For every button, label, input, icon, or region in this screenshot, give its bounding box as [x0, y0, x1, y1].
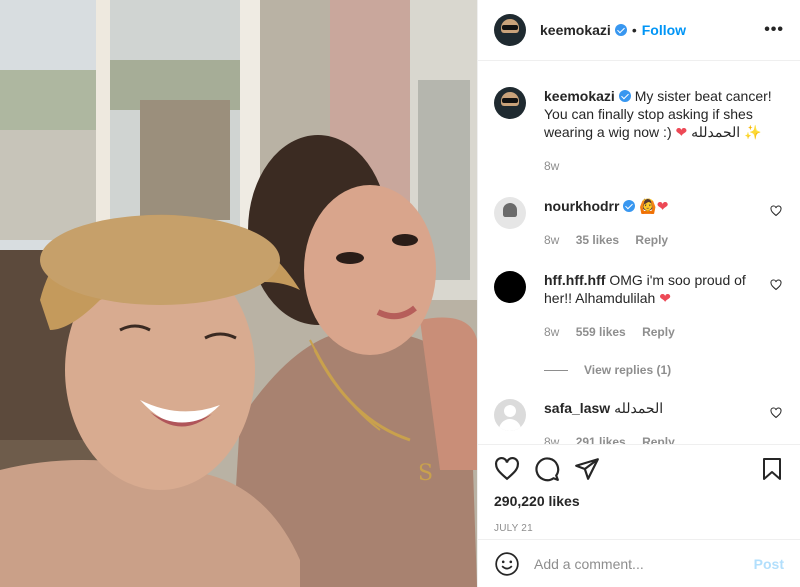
comment: safa_lasw الحمدلله 8w 291 likes Reply [494, 399, 784, 444]
caption-time[interactable]: 8w [544, 159, 559, 173]
author-avatar[interactable] [494, 14, 526, 46]
comments-list[interactable]: keemokazi My sister beat cancer! You can… [478, 61, 800, 444]
commenter-avatar[interactable] [494, 197, 526, 229]
comment-heart-icon[interactable] [770, 279, 782, 291]
comment-meta: 8w 291 likes Reply [544, 433, 774, 444]
red-heart-emoji: ❤ [659, 290, 671, 306]
comment-heart-icon[interactable] [770, 407, 782, 419]
post-header: keemokazi • Follow ••• [478, 0, 800, 61]
comment-username[interactable]: hff.hff.hff [544, 272, 605, 288]
comment: nourkhodrr 🙆❤ 8w 35 likes Reply [494, 197, 784, 249]
comment: hff.hff.hff OMG i'm soo proud of her!! A… [494, 271, 784, 341]
comment-input[interactable] [534, 555, 754, 572]
commenter-avatar[interactable] [494, 271, 526, 303]
view-replies-label: View replies (1) [584, 363, 672, 377]
caption-arabic: الحمدلله [691, 124, 741, 140]
caption-avatar[interactable] [494, 87, 526, 119]
more-icon[interactable]: ••• [764, 22, 784, 38]
comment-likes[interactable]: 559 likes [576, 325, 626, 339]
follow-button[interactable]: Follow [642, 22, 686, 38]
caption-username[interactable]: keemokazi [544, 88, 615, 104]
caption-meta: 8w [544, 157, 774, 175]
add-comment-bar: Post [478, 539, 800, 587]
author-username[interactable]: keemokazi [540, 22, 611, 38]
comment-username[interactable]: nourkhodrr [544, 198, 619, 214]
comment-time[interactable]: 8w [544, 325, 559, 339]
post-photo[interactable]: S [0, 0, 477, 587]
comment-icon[interactable] [534, 456, 560, 482]
caption: keemokazi My sister beat cancer! You can… [494, 87, 784, 175]
comment-meta: 8w 559 likes Reply [544, 323, 774, 341]
comment-likes[interactable]: 35 likes [576, 233, 619, 247]
action-icons [494, 445, 784, 493]
commenter-avatar[interactable] [494, 399, 526, 431]
post-detail-panel: keemokazi • Follow ••• keemokazi My sist… [477, 0, 800, 587]
comment-time[interactable]: 8w [544, 435, 559, 444]
verified-icon [618, 90, 631, 102]
verified-icon [614, 24, 627, 36]
share-icon[interactable] [574, 456, 600, 482]
likes-count[interactable]: 290,220 likes [494, 493, 784, 509]
post-comment-button[interactable]: Post [754, 556, 784, 572]
post-actions: 290,220 likes JULY 21 [478, 444, 800, 534]
comment-time[interactable]: 8w [544, 233, 559, 247]
separator-dot: • [631, 22, 637, 38]
emoji-icon[interactable] [494, 551, 520, 577]
replies-divider [544, 369, 568, 371]
heart-icon[interactable] [494, 456, 520, 482]
comment-text: الحمدلله [614, 400, 664, 416]
comment-username[interactable]: safa_lasw [544, 400, 610, 416]
comment-heart-icon[interactable] [770, 205, 782, 217]
view-replies-button[interactable]: View replies (1) [544, 363, 784, 377]
red-heart-emoji: ❤ [675, 124, 688, 140]
emoji: 🙆 [639, 198, 657, 214]
svg-text:S: S [418, 461, 433, 486]
post-date[interactable]: JULY 21 [494, 523, 784, 534]
verified-icon [623, 200, 636, 212]
red-heart-emoji: ❤ [656, 198, 669, 214]
reply-button[interactable]: Reply [635, 233, 668, 247]
reply-button[interactable]: Reply [642, 435, 675, 444]
save-icon[interactable] [760, 456, 784, 482]
sparkle-emoji: ✨ [744, 124, 762, 140]
comment-meta: 8w 35 likes Reply [544, 231, 774, 249]
comment-likes[interactable]: 291 likes [576, 435, 626, 444]
photo-illustration: S [0, 0, 477, 587]
reply-button[interactable]: Reply [642, 325, 675, 339]
